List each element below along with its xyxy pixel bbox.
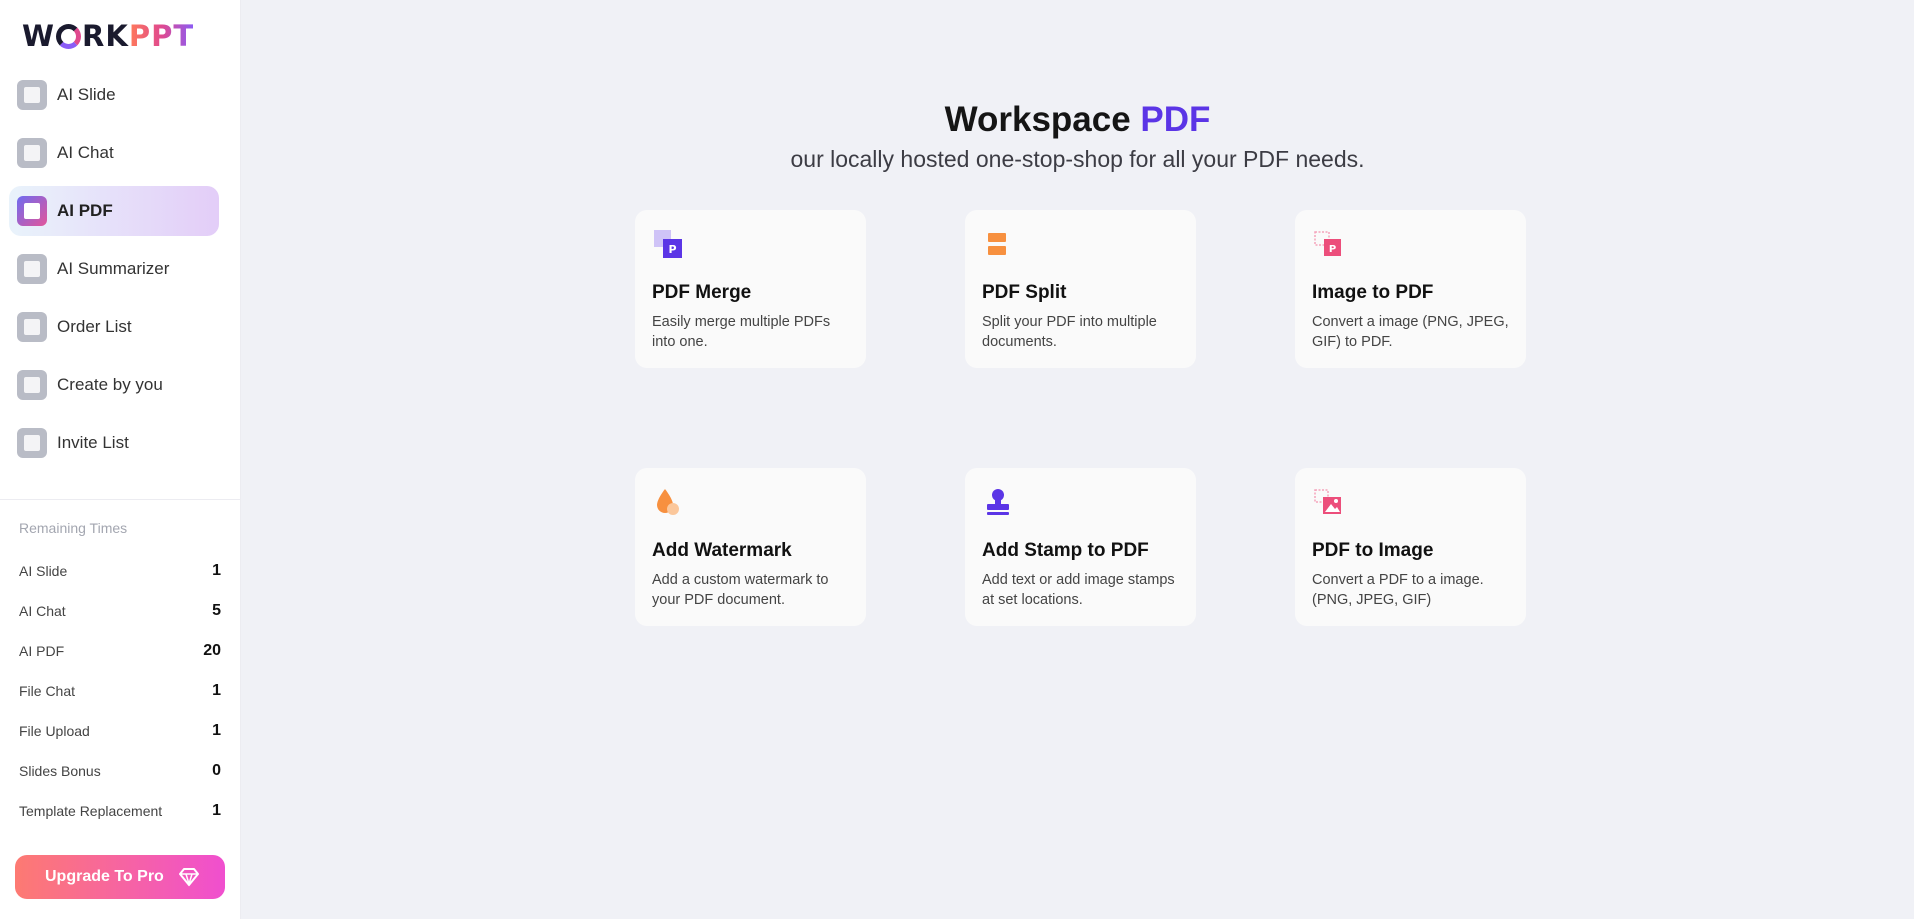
sidebar-item-ai-chat[interactable]: AI Chat: [9, 128, 219, 178]
remaining-label: File Upload: [19, 723, 90, 739]
remaining-value: 1: [212, 682, 221, 699]
remaining-row: Slides Bonus 0: [19, 751, 221, 791]
remaining-value: 0: [212, 762, 221, 779]
sidebar-item-label: Order List: [57, 317, 132, 336]
slide-icon: [17, 80, 47, 110]
card-title: Image to PDF: [1312, 282, 1434, 303]
remaining-row: Template Replacement 1: [19, 791, 221, 831]
card-desc: Convert a PDF to a image. (PNG, JPEG, GI…: [1312, 572, 1484, 608]
svg-text:P: P: [668, 243, 676, 256]
card-title: PDF Merge: [652, 282, 752, 303]
sidebar-item-order-list[interactable]: Order List: [9, 302, 219, 352]
create-icon: [17, 370, 47, 400]
logo-text-middle: RK: [82, 19, 129, 53]
remaining-label: AI Slide: [19, 563, 68, 579]
sidebar: W RK PPT AI Slide AI Chat AI PDF AI Summ…: [0, 0, 241, 919]
card-title: PDF to Image: [1312, 540, 1434, 561]
remaining-times-title: Remaining Times: [19, 520, 128, 536]
sidebar-item-label: AI Chat: [57, 143, 114, 162]
merge-icon: P: [654, 230, 682, 258]
stamp-icon: [987, 489, 1009, 515]
watermark-icon: [657, 489, 679, 515]
split-icon: [988, 233, 1006, 255]
remaining-value: 1: [212, 562, 221, 579]
card-title: Add Stamp to PDF: [982, 540, 1149, 561]
pdf-icon: [17, 196, 47, 226]
sidebar-item-ai-slide[interactable]: AI Slide: [9, 70, 219, 120]
remaining-label: File Chat: [19, 683, 76, 699]
remaining-row: File Upload 1: [19, 711, 221, 751]
card-title: Add Watermark: [652, 540, 792, 561]
page-title-text: Workspace: [944, 100, 1131, 139]
sidebar-item-label: AI Summarizer: [57, 259, 170, 278]
card-title: PDF Split: [982, 282, 1067, 303]
logo-text-accent: PPT: [128, 19, 195, 53]
tool-card-pdf-split[interactable]: PDF Split Split your PDF into multiple d…: [965, 210, 1196, 368]
remaining-label: Template Replacement: [19, 803, 163, 819]
workppt-logo[interactable]: W RK PPT: [22, 19, 195, 53]
sidebar-item-invite-list[interactable]: Invite List: [9, 418, 219, 468]
card-desc: Add text or add image stamps at set loca…: [982, 572, 1175, 608]
tool-card-add-watermark[interactable]: Add Watermark Add a custom watermark to …: [635, 468, 866, 626]
diamond-icon: [179, 868, 199, 887]
remaining-value: 5: [212, 602, 221, 619]
remaining-row: AI Slide 1: [19, 551, 221, 591]
remaining-label: AI Chat: [19, 603, 66, 619]
summarizer-icon: [17, 254, 47, 284]
card-desc: Split your PDF into multiple documents.: [982, 314, 1157, 350]
remaining-row: File Chat 1: [19, 671, 221, 711]
tool-card-pdf-to-image[interactable]: PDF to Image Convert a PDF to a image. (…: [1295, 468, 1526, 626]
sidebar-item-label: AI PDF: [57, 201, 113, 220]
svg-text:P: P: [1329, 244, 1336, 255]
pdf-to-image-icon: [1314, 489, 1341, 514]
chat-icon: [17, 138, 47, 168]
sidebar-nav: AI Slide AI Chat AI PDF AI Summarizer Or…: [9, 70, 219, 476]
tool-card-pdf-merge[interactable]: P PDF Merge Easily merge multiple PDFs i…: [635, 210, 866, 368]
remaining-value: 1: [212, 722, 221, 739]
tool-card-image-to-pdf[interactable]: P Image to PDF Convert a image (PNG, JPE…: [1295, 210, 1526, 368]
upgrade-label: Upgrade To Pro: [45, 868, 164, 885]
remaining-label: AI PDF: [19, 643, 65, 659]
order-list-icon: [17, 312, 47, 342]
logo-o-icon: [56, 23, 81, 49]
tool-card-add-stamp[interactable]: Add Stamp to PDF Add text or add image s…: [965, 468, 1196, 626]
sidebar-item-label: AI Slide: [57, 85, 116, 104]
page-title-accent: PDF: [1140, 100, 1211, 139]
remaining-row: AI PDF 20: [19, 631, 221, 671]
remaining-row: AI Chat 5: [19, 591, 221, 631]
sidebar-divider: [0, 499, 240, 500]
page-subtitle: our locally hosted one-stop-shop for all…: [790, 146, 1365, 172]
sidebar-item-label: Invite List: [57, 433, 129, 452]
logo-text-prefix: W: [22, 19, 55, 53]
sidebar-item-create-by-you[interactable]: Create by you: [9, 360, 219, 410]
page-title: Workspace PDF: [241, 100, 1914, 140]
remaining-times: Remaining Times AI Slide 1 AI Chat 5 AI …: [19, 520, 221, 831]
remaining-value: 1: [212, 802, 221, 819]
card-desc: Easily merge multiple PDFs into one.: [652, 314, 831, 350]
card-desc: Convert a image (PNG, JPEG, GIF) to PDF.: [1312, 314, 1509, 350]
sidebar-item-ai-pdf[interactable]: AI PDF: [9, 186, 219, 236]
invite-icon: [17, 428, 47, 458]
sidebar-item-ai-summarizer[interactable]: AI Summarizer: [9, 244, 219, 294]
remaining-label: Slides Bonus: [19, 763, 101, 779]
sidebar-item-label: Create by you: [57, 375, 163, 394]
remaining-value: 20: [203, 642, 221, 659]
card-desc: Add a custom watermark to your PDF docum…: [652, 572, 829, 608]
upgrade-to-pro-button[interactable]: Upgrade To Pro: [15, 855, 225, 899]
image-to-pdf-icon: P: [1314, 231, 1341, 256]
